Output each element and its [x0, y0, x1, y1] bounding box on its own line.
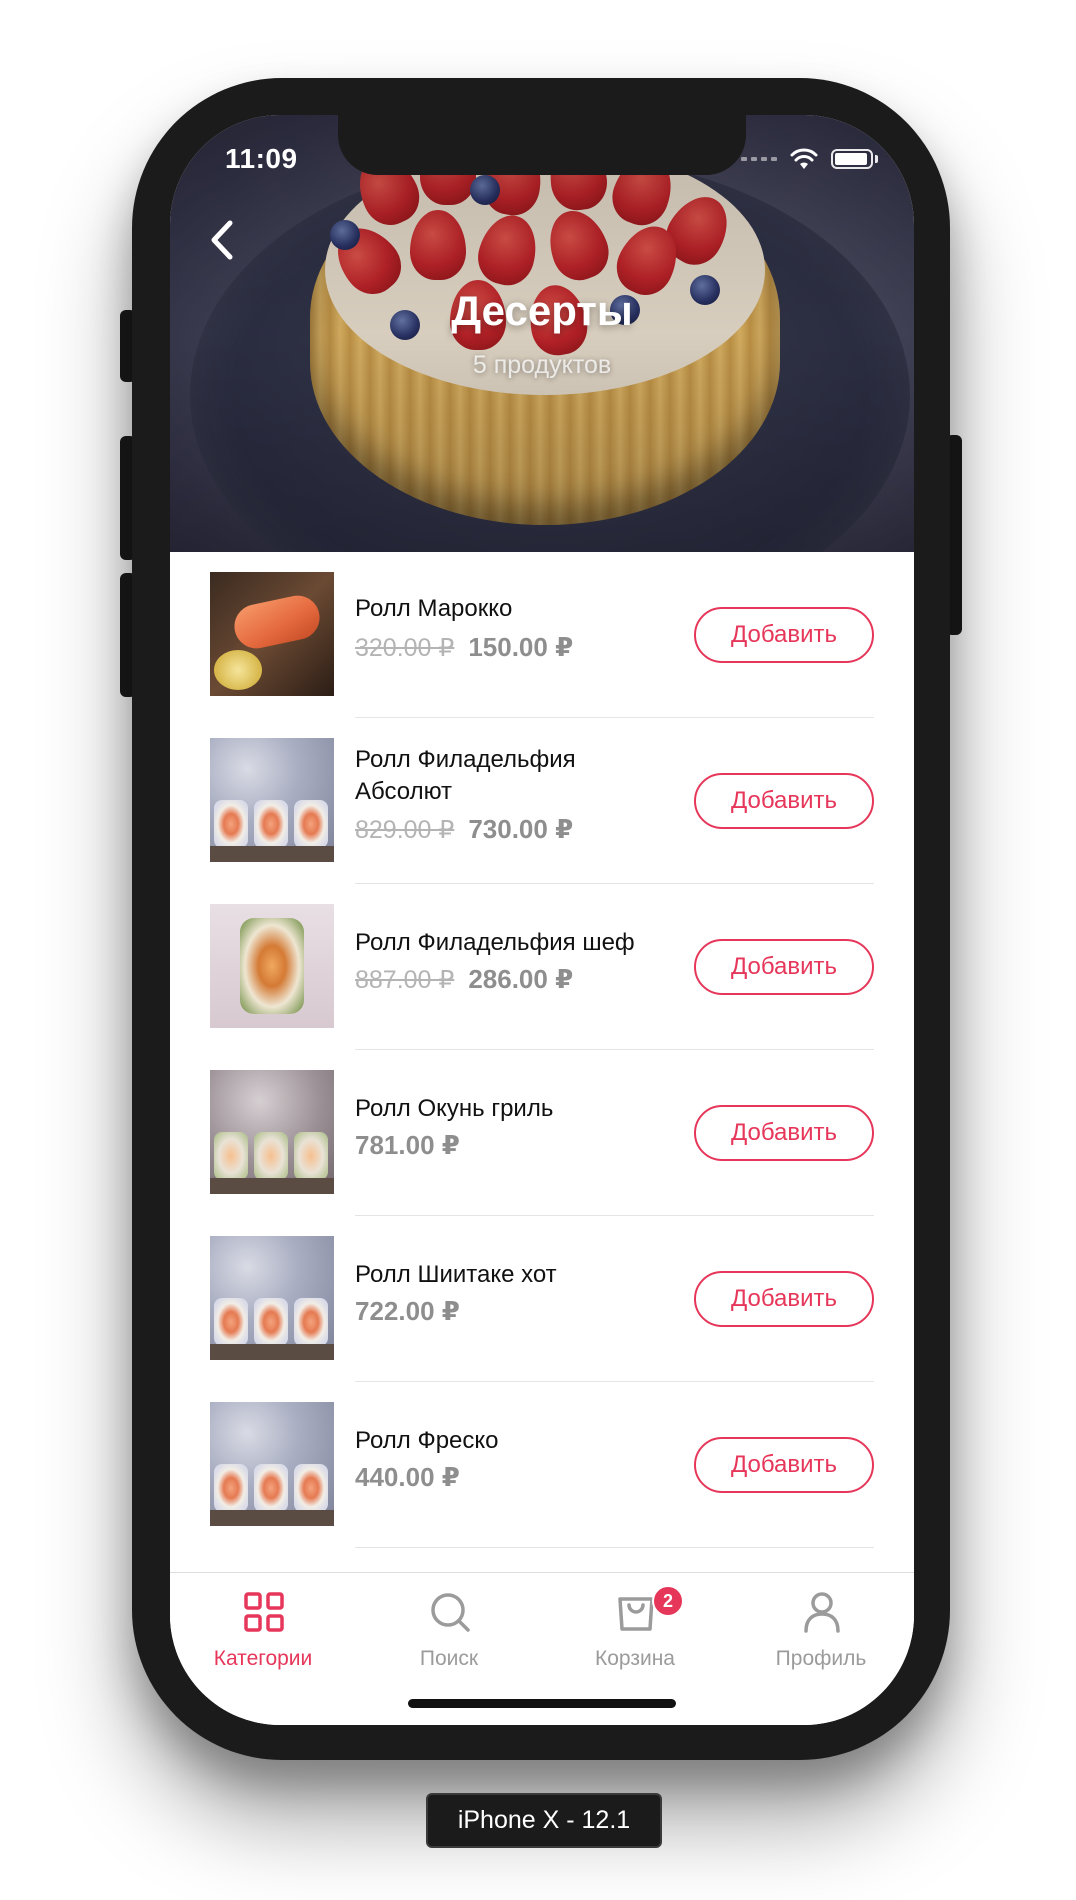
list-item[interactable]: Ролл Окунь гриль 781.00 ₽ Добавить — [170, 1050, 914, 1216]
tab-bar: Категории Поиск 2 Корзина Профиль — [170, 1572, 914, 1725]
add-button[interactable]: Добавить — [694, 1105, 874, 1161]
list-item[interactable]: Ролл Фреско 440.00 ₽ Добавить — [170, 1382, 914, 1548]
add-button[interactable]: Добавить — [694, 773, 874, 829]
product-image — [210, 904, 334, 1028]
tab-search[interactable]: Поиск — [356, 1585, 542, 1685]
price-row: 781.00 ₽ — [355, 1130, 460, 1161]
status-time: 11:09 — [225, 143, 298, 174]
product-image — [210, 1402, 334, 1526]
tab-label: Корзина — [595, 1647, 675, 1670]
list-item[interactable]: Ролл Филадельфия Абсолют 829.00 ₽ 730.00… — [170, 718, 914, 884]
product-image — [210, 1070, 334, 1194]
product-name-line2: Абсолют — [355, 778, 453, 805]
product-name: Ролл Фреско — [355, 1427, 499, 1454]
product-image — [210, 572, 334, 696]
display-notch — [338, 115, 746, 175]
wifi-icon — [790, 148, 818, 169]
status-indicators — [741, 147, 878, 171]
price-row: 320.00 ₽ 150.00 ₽ — [355, 632, 573, 663]
battery-tip — [875, 155, 878, 163]
tab-profile[interactable]: Профиль — [728, 1585, 914, 1685]
add-button[interactable]: Добавить — [694, 1437, 874, 1493]
category-title: Десерты — [451, 287, 633, 334]
current-price: 730.00 ₽ — [468, 814, 574, 844]
cart-icon — [618, 1597, 654, 1631]
old-price: 829.00 ₽ — [355, 816, 455, 844]
chevron-left-icon — [211, 220, 233, 260]
product-name: Ролл Окунь гриль — [355, 1095, 554, 1122]
list-item[interactable]: Ролл Марокко 320.00 ₽ 150.00 ₽ Добавить — [170, 552, 914, 718]
price-row: 722.00 ₽ — [355, 1296, 460, 1327]
current-price: 781.00 ₽ — [355, 1130, 460, 1160]
search-icon — [431, 1593, 470, 1632]
list-item[interactable] — [170, 1548, 914, 1552]
add-button[interactable]: Добавить — [694, 939, 874, 995]
simulator-device-label: iPhone X - 12.1 — [426, 1793, 662, 1848]
price-row: 829.00 ₽ 730.00 ₽ — [355, 814, 573, 845]
product-image — [210, 738, 334, 862]
current-price: 286.00 ₽ — [468, 964, 574, 994]
product-count: 5 продуктов — [472, 351, 612, 379]
current-price: 150.00 ₽ — [468, 632, 574, 662]
current-price: 722.00 ₽ — [355, 1296, 460, 1326]
home-indicator[interactable] — [408, 1699, 676, 1708]
category-hero: 11:09 Десерты 5 продуктов — [170, 115, 914, 552]
back-button[interactable] — [202, 215, 244, 265]
tab-categories[interactable]: Категории — [170, 1585, 356, 1685]
battery-icon — [831, 149, 873, 169]
grid-icon — [244, 1592, 284, 1632]
product-name: Ролл Шиитаке хот — [355, 1261, 557, 1288]
app-screen: 11:09 Десерты 5 продуктов Ролл Марокко 3… — [170, 115, 914, 1725]
profile-icon — [804, 1592, 840, 1633]
tab-cart[interactable]: 2 Корзина — [542, 1585, 728, 1685]
list-item[interactable]: Ролл Филадельфия шеф 887.00 ₽ 286.00 ₽ Д… — [170, 884, 914, 1050]
tab-label: Поиск — [419, 1647, 479, 1670]
product-name: Ролл Марокко — [355, 595, 513, 622]
old-price: 887.00 ₽ — [355, 966, 455, 994]
cart-badge: 2 — [652, 1585, 684, 1617]
product-name: Ролл Филадельфия шеф — [355, 929, 635, 956]
product-image — [210, 1236, 334, 1360]
tab-label: Профиль — [775, 1647, 867, 1670]
cellular-signal-icon — [741, 157, 777, 161]
add-button[interactable]: Добавить — [694, 607, 874, 663]
add-button[interactable]: Добавить — [694, 1271, 874, 1327]
simulator-stage: 11:09 Десерты 5 продуктов Ролл Марокко 3… — [0, 0, 1076, 1900]
current-price: 440.00 ₽ — [355, 1462, 460, 1492]
price-row: 887.00 ₽ 286.00 ₽ — [355, 964, 573, 995]
product-list: Ролл Марокко 320.00 ₽ 150.00 ₽ Добавить … — [170, 552, 914, 1552]
product-name: Ролл Филадельфия — [355, 746, 576, 773]
list-item[interactable]: Ролл Шиитаке хот 722.00 ₽ Добавить — [170, 1216, 914, 1382]
old-price: 320.00 ₽ — [355, 634, 455, 662]
price-row: 440.00 ₽ — [355, 1462, 460, 1493]
tab-label: Категории — [213, 1647, 313, 1670]
